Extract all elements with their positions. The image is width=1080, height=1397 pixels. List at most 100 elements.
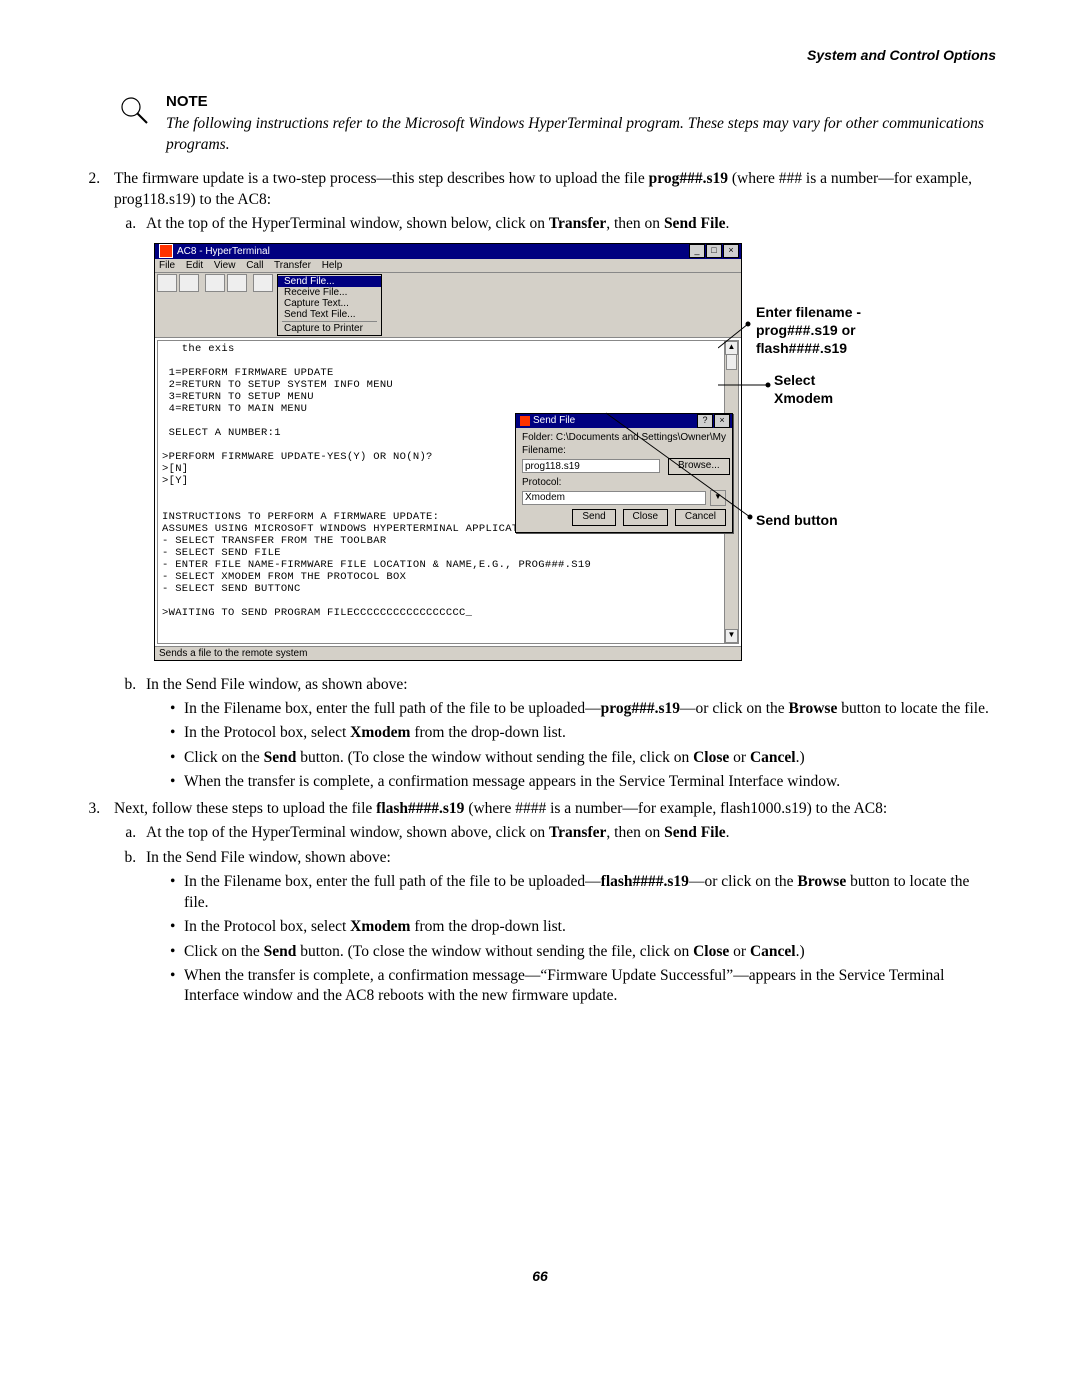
- app-icon: [159, 244, 173, 258]
- dialog-app-icon: [520, 416, 530, 426]
- hyperterminal-window: AC8 - HyperTerminal _□× File Edit View C…: [154, 243, 742, 661]
- toolbar-button[interactable]: [179, 274, 199, 292]
- annotations: Enter filename - prog###.s19 or flash###…: [742, 243, 996, 661]
- annot-xmodem: Select Xmodem: [774, 371, 833, 408]
- dropdown-capture-text[interactable]: Capture Text...: [278, 298, 381, 309]
- page-number: 66: [84, 1267, 996, 1285]
- step2-intro: The firmware update is a two-step proces…: [114, 170, 972, 207]
- text-bold: Browse: [789, 700, 838, 717]
- text: or: [729, 943, 750, 960]
- browse-button[interactable]: Browse...: [668, 458, 730, 475]
- text: or: [729, 749, 750, 766]
- scroll-thumb[interactable]: [726, 354, 737, 370]
- text: In the Filename box, enter the full path…: [184, 873, 601, 890]
- text-bold: Close: [693, 943, 729, 960]
- cancel-button[interactable]: Cancel: [675, 509, 726, 526]
- bullet: In the Filename box, enter the full path…: [170, 872, 996, 913]
- chevron-down-icon[interactable]: ▼: [710, 490, 726, 506]
- dialog-titlebar[interactable]: Send File ?×: [516, 414, 732, 428]
- dropdown-send-text-file[interactable]: Send Text File...: [278, 309, 381, 320]
- text-bold: prog###.s19: [601, 700, 680, 717]
- close-icon[interactable]: ×: [723, 244, 739, 258]
- figure-hyperterminal: AC8 - HyperTerminal _□× File Edit View C…: [154, 243, 996, 661]
- annot-send-button: Send button: [756, 511, 838, 529]
- text-bold: prog###.s19: [649, 170, 728, 187]
- window-controls[interactable]: _□×: [688, 244, 739, 258]
- menu-help[interactable]: Help: [322, 260, 343, 271]
- menu-file[interactable]: File: [159, 260, 175, 271]
- dropdown-receive-file[interactable]: Receive File...: [278, 287, 381, 298]
- text: .: [726, 215, 730, 232]
- bullet: Click on the Send button. (To close the …: [170, 748, 996, 768]
- text: .: [726, 824, 730, 841]
- window-title: AC8 - HyperTerminal: [177, 246, 270, 257]
- protocol-label: Protocol:: [522, 477, 726, 488]
- protocol-select[interactable]: [522, 491, 706, 505]
- bullet: In the Filename box, enter the full path…: [170, 699, 996, 719]
- menu-bar[interactable]: File Edit View Call Transfer Help: [155, 259, 741, 273]
- note-block: NOTE The following instructions refer to…: [118, 92, 996, 155]
- magnifier-icon: [118, 94, 150, 126]
- status-bar: Sends a file to the remote system: [155, 646, 741, 660]
- terminal-area: the exis 1=PERFORM FIRMWARE UPDATE 2=RET…: [157, 340, 739, 644]
- send-file-dialog: Send File ?× Folder: C:\Documents and Se…: [515, 413, 733, 533]
- text-bold: Xmodem: [350, 724, 410, 741]
- step-3: Next, follow these steps to upload the f…: [104, 799, 996, 1007]
- filename-input[interactable]: [522, 459, 660, 473]
- text-bold: Send: [264, 943, 297, 960]
- menu-edit[interactable]: Edit: [186, 260, 203, 271]
- page-header-section: System and Control Options: [84, 46, 996, 64]
- text: In the Protocol box, select: [184, 918, 350, 935]
- toolbar-button[interactable]: [253, 274, 273, 292]
- text: Next, follow these steps to upload the f…: [114, 800, 376, 817]
- toolbar: Send File... Receive File... Capture Tex…: [155, 273, 741, 338]
- note-title: NOTE: [166, 92, 996, 112]
- step2a: At the top of the HyperTerminal window, …: [140, 214, 996, 234]
- bullet: In the Protocol box, select Xmodem from …: [170, 723, 996, 743]
- dialog-title: Send File: [533, 415, 575, 426]
- menu-call[interactable]: Call: [246, 260, 263, 271]
- scroll-down-icon[interactable]: ▼: [725, 629, 738, 643]
- menu-transfer[interactable]: Transfer: [274, 260, 311, 271]
- close-button[interactable]: Close: [623, 509, 669, 526]
- send-button[interactable]: Send: [572, 509, 615, 526]
- text: (where #### is a number—for example, fla…: [464, 800, 887, 817]
- help-icon[interactable]: ?: [697, 414, 713, 428]
- text: flash####.s19: [756, 339, 861, 357]
- text-bold: Send File: [664, 215, 726, 232]
- minimize-icon[interactable]: _: [689, 244, 705, 258]
- text: At the top of the HyperTerminal window, …: [146, 215, 549, 232]
- text-bold: Xmodem: [350, 918, 410, 935]
- maximize-icon[interactable]: □: [706, 244, 722, 258]
- bullet: Click on the Send button. (To close the …: [170, 942, 996, 962]
- text-bold: Close: [693, 749, 729, 766]
- text-bold: Browse: [797, 873, 846, 890]
- text-bold: flash####.s19: [376, 800, 464, 817]
- text: In the Send File window, as shown above:: [146, 676, 408, 693]
- transfer-dropdown[interactable]: Send File... Receive File... Capture Tex…: [277, 274, 382, 336]
- step3a: At the top of the HyperTerminal window, …: [140, 823, 996, 843]
- toolbar-button[interactable]: [205, 274, 225, 292]
- filename-label: Filename:: [522, 445, 726, 456]
- text-bold: Cancel: [750, 749, 796, 766]
- dropdown-capture-printer[interactable]: Capture to Printer: [278, 323, 381, 334]
- text: Click on the: [184, 749, 264, 766]
- toolbar-button[interactable]: [157, 274, 177, 292]
- text: The firmware update is a two-step proces…: [114, 170, 649, 187]
- step2b: In the Send File window, as shown above:…: [140, 675, 996, 793]
- text-bold: flash####.s19: [601, 873, 689, 890]
- menu-view[interactable]: View: [214, 260, 236, 271]
- text: , then on: [606, 824, 664, 841]
- close-icon[interactable]: ×: [714, 414, 730, 428]
- toolbar-button[interactable]: [227, 274, 247, 292]
- window-titlebar[interactable]: AC8 - HyperTerminal _□×: [155, 244, 741, 259]
- text: In the Send File window, shown above:: [146, 849, 391, 866]
- bullet: When the transfer is complete, a confirm…: [170, 966, 996, 1007]
- text: from the drop-down list.: [410, 918, 565, 935]
- text: , then on: [606, 215, 664, 232]
- dropdown-send-file[interactable]: Send File...: [278, 276, 381, 287]
- text: button. (To close the window without sen…: [296, 749, 693, 766]
- scroll-up-icon[interactable]: ▲: [725, 341, 738, 355]
- text: —or click on the: [689, 873, 797, 890]
- text: In the Protocol box, select: [184, 724, 350, 741]
